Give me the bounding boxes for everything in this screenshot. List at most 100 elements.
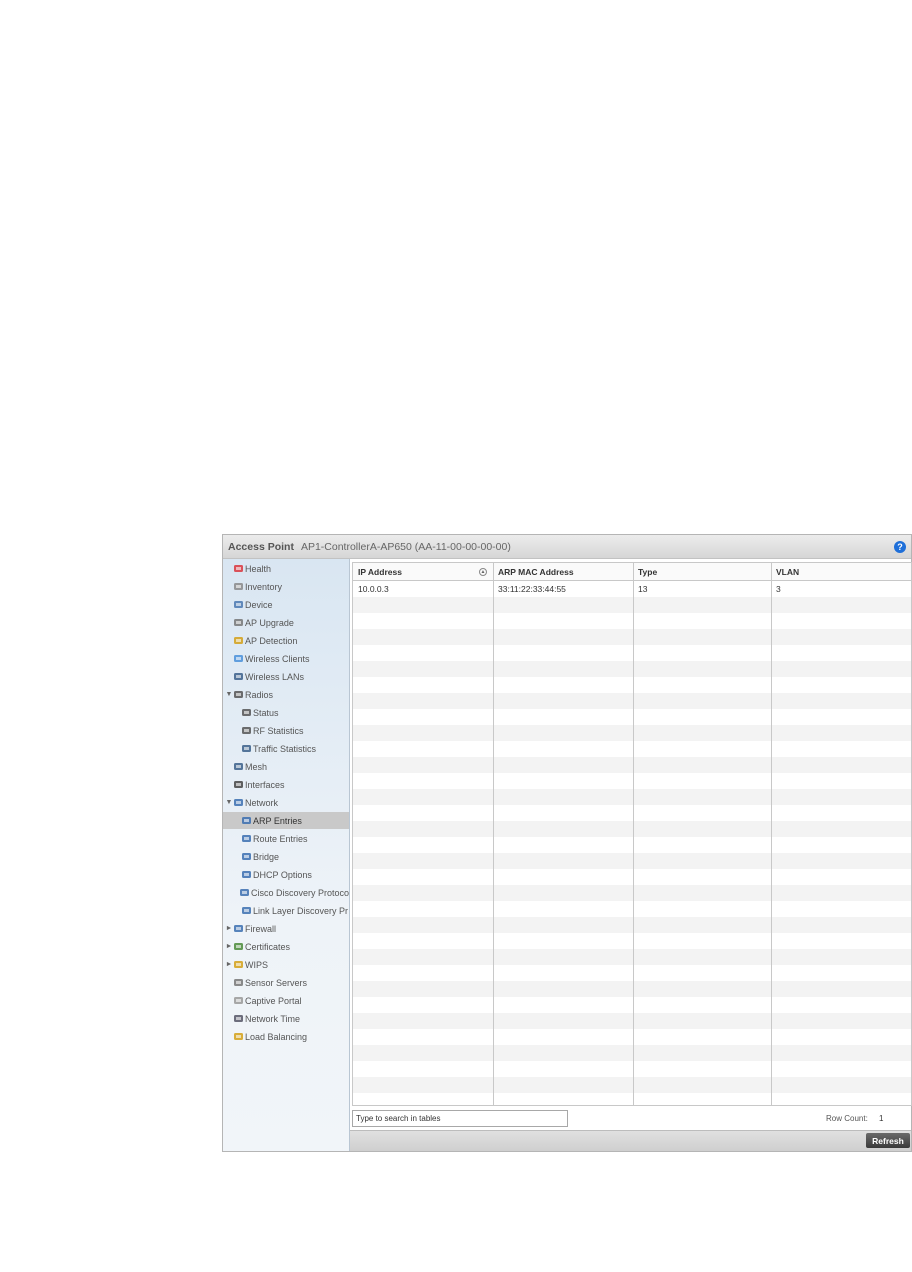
sidebar-item-ap-upgrade[interactable]: AP Upgrade — [223, 614, 349, 631]
collapsed-arrow-icon[interactable]: ► — [225, 943, 233, 950]
sidebar-item-label: Link Layer Discovery Pr — [253, 905, 349, 916]
arp-table: IP Address ▲ ARP MAC Address Type VLAN 1… — [352, 562, 912, 1106]
sidebar-item-arp-entries[interactable]: ARP Entries — [223, 812, 349, 829]
sidebar-item-label: Bridge — [253, 851, 280, 862]
table-cell: 10.0.0.3 — [358, 584, 389, 594]
column-header-ip-address[interactable]: IP Address ▲ — [353, 563, 493, 581]
sidebar-item-label: AP Detection — [245, 635, 298, 646]
table-cell: 3 — [776, 584, 781, 594]
table-row — [353, 741, 911, 757]
sidebar-item-dhcp-options[interactable]: DHCP Options — [223, 866, 349, 883]
dhcp-icon — [241, 869, 252, 880]
column-divider — [493, 563, 494, 1105]
table-row[interactable]: 10.0.0.3 33:11:22:33:44:55 13 3 — [353, 581, 911, 597]
sidebar-item-label: DHCP Options — [253, 869, 312, 880]
sidebar-item-wireless-clients[interactable]: Wireless Clients — [223, 650, 349, 667]
sidebar-item-label: WIPS — [245, 959, 269, 970]
collapsed-arrow-icon[interactable]: ► — [225, 925, 233, 932]
sidebar-item-firewall[interactable]: ► Firewall — [223, 920, 349, 937]
panel-titlebar: Access Point AP1-ControllerA-AP650 (AA-1… — [223, 535, 911, 559]
sidebar-item-label: Sensor Servers — [245, 977, 308, 988]
sidebar-item-cisco-discovery-protoco[interactable]: Cisco Discovery Protoco — [223, 884, 349, 901]
radio-icon — [233, 689, 244, 700]
sidebar-item-sensor-servers[interactable]: Sensor Servers — [223, 974, 349, 991]
table-row — [353, 661, 911, 677]
table-row — [353, 853, 911, 869]
column-header-arp-mac-address[interactable]: ARP MAC Address — [493, 563, 633, 581]
table-row — [353, 1013, 911, 1029]
table-row — [353, 725, 911, 741]
sidebar-nav: Health Inventory Device AP Upgrade AP Detect… — [223, 559, 350, 1151]
column-header-type[interactable]: Type — [633, 563, 771, 581]
sidebar-item-mesh[interactable]: Mesh — [223, 758, 349, 775]
sidebar-item-interfaces[interactable]: Interfaces — [223, 776, 349, 793]
sidebar-item-ap-detection[interactable]: AP Detection — [223, 632, 349, 649]
sidebar-item-link-layer-discovery-pr[interactable]: Link Layer Discovery Pr — [223, 902, 349, 919]
sidebar-item-load-balancing[interactable]: Load Balancing — [223, 1028, 349, 1045]
sidebar-item-traffic-statistics[interactable]: Traffic Statistics — [223, 740, 349, 757]
help-icon[interactable]: ? — [894, 541, 906, 553]
table-row — [353, 773, 911, 789]
row-count-label: Row Count: — [826, 1114, 868, 1123]
sidebar-item-label: RF Statistics — [253, 725, 304, 736]
sidebar-item-route-entries[interactable]: Route Entries — [223, 830, 349, 847]
wireless-lans-icon — [233, 671, 244, 682]
table-row — [353, 981, 911, 997]
panel-title: Access Point — [228, 540, 294, 553]
column-label: Type — [638, 566, 658, 577]
wips-icon — [233, 959, 244, 970]
sidebar-item-inventory[interactable]: Inventory — [223, 578, 349, 595]
portal-icon — [233, 995, 244, 1006]
expanded-arrow-icon[interactable]: ▼ — [225, 691, 233, 698]
sidebar-item-label: Mesh — [245, 761, 268, 772]
ap-upgrade-icon — [233, 617, 244, 628]
collapsed-arrow-icon[interactable]: ► — [225, 961, 233, 968]
sidebar-item-certificates[interactable]: ► Certificates — [223, 938, 349, 955]
column-header-vlan[interactable]: VLAN — [771, 563, 911, 581]
sidebar-item-label: Status — [253, 707, 279, 718]
sidebar-item-captive-portal[interactable]: Captive Portal — [223, 992, 349, 1009]
sidebar-item-label: Cisco Discovery Protoco — [250, 887, 349, 898]
sidebar-item-label: AP Upgrade — [245, 617, 294, 628]
sidebar-item-bridge[interactable]: Bridge — [223, 848, 349, 865]
refresh-button[interactable]: Refresh — [866, 1133, 910, 1148]
table-icon — [241, 815, 252, 826]
sidebar-item-wireless-lans[interactable]: Wireless LANs — [223, 668, 349, 685]
sidebar-item-label: Inventory — [245, 581, 283, 592]
sidebar-item-label: Wireless LANs — [245, 671, 305, 682]
sort-icon[interactable]: ▲ — [479, 568, 487, 576]
table-row — [353, 789, 911, 805]
expanded-arrow-icon[interactable]: ▼ — [225, 799, 233, 806]
table-row — [353, 629, 911, 645]
table-row — [353, 1077, 911, 1093]
table-row — [353, 821, 911, 837]
table-cell: 33:11:22:33:44:55 — [498, 584, 566, 594]
table-row — [353, 597, 911, 613]
column-divider — [771, 563, 772, 1105]
sidebar-item-network[interactable]: ▼ Network — [223, 794, 349, 811]
sidebar-item-label: ARP Entries — [253, 815, 302, 826]
table-row — [353, 693, 911, 709]
table-row — [353, 1061, 911, 1077]
certificates-icon — [233, 941, 244, 952]
table-search-input[interactable] — [352, 1110, 568, 1127]
sidebar-item-device[interactable]: Device — [223, 596, 349, 613]
table-row — [353, 645, 911, 661]
sidebar-item-wips[interactable]: ► WIPS — [223, 956, 349, 973]
sidebar-item-status[interactable]: Status — [223, 704, 349, 721]
sidebar-item-network-time[interactable]: Network Time — [223, 1010, 349, 1027]
sidebar-item-label: Route Entries — [253, 833, 308, 844]
table-row — [353, 837, 911, 853]
table-cell: 13 — [638, 584, 648, 594]
health-icon — [233, 563, 244, 574]
sidebar-item-health[interactable]: Health — [223, 560, 349, 577]
table-row — [353, 757, 911, 773]
traffic-icon — [241, 743, 252, 754]
table-row — [353, 933, 911, 949]
bridge-icon — [241, 851, 252, 862]
table-row — [353, 901, 911, 917]
dhcp-icon — [239, 887, 250, 898]
sidebar-item-rf-statistics[interactable]: RF Statistics — [223, 722, 349, 739]
sidebar-item-label: Radios — [245, 689, 274, 700]
sidebar-item-radios[interactable]: ▼ Radios — [223, 686, 349, 703]
